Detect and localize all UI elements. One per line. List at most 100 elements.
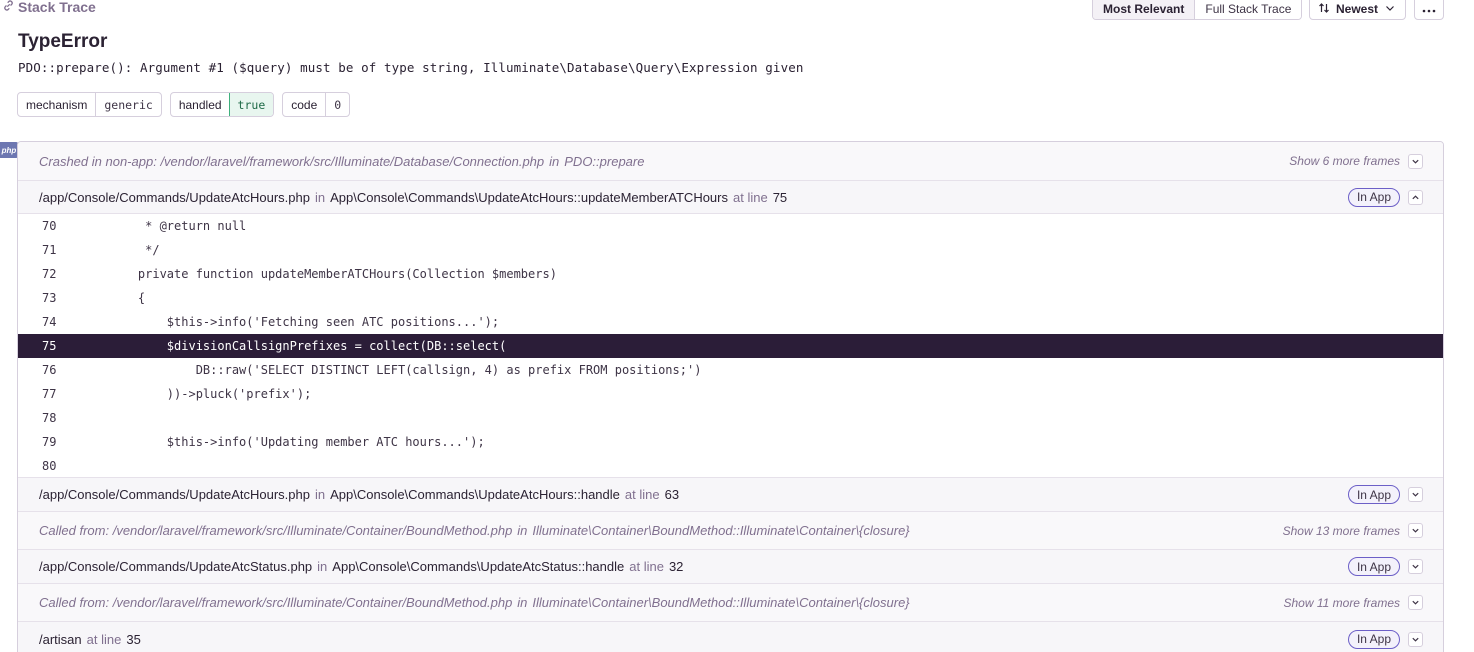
line-source: { [109, 291, 146, 305]
line-source: $this->info('Fetching seen ATC positions… [109, 315, 500, 329]
frame-filename: /app/Console/Commands/UpdateAtcHours.php [39, 189, 310, 205]
chevron-down-icon[interactable] [1408, 523, 1423, 538]
frame-row[interactable]: Crashed in non-app: /vendor/laravel/fram… [18, 142, 1443, 181]
chevron-down-icon[interactable] [1408, 487, 1423, 502]
code-line: 76 DB::raw('SELECT DISTINCT LEFT(callsig… [18, 358, 1443, 382]
code-line: 74 $this->info('Fetching seen ATC positi… [18, 310, 1443, 334]
frame-in-label: in [517, 595, 528, 610]
code-line: 71 */ [18, 238, 1443, 262]
line-source: private function updateMemberATCHours(Co… [109, 267, 557, 281]
show-more-frames-button[interactable]: Show 6 more frames [1289, 154, 1400, 168]
frame-filename: /vendor/laravel/framework/src/Illuminate… [160, 153, 545, 169]
tag-key: handled [178, 97, 222, 112]
line-source: $this->info('Updating member ATC hours..… [109, 435, 485, 449]
line-number: 77 [42, 387, 57, 401]
frame-in-label: in [314, 487, 326, 502]
most-relevant-button[interactable]: Most Relevant [1093, 0, 1195, 19]
frame-row[interactable]: /app/Console/Commands/UpdateAtcHours.php… [18, 478, 1443, 512]
line-number: 78 [42, 411, 57, 425]
code-line: 73 { [18, 286, 1443, 310]
code-line: 77 ))->pluck('prefix'); [18, 382, 1443, 406]
line-source: * @return null [109, 219, 247, 233]
show-more-frames-button[interactable]: Show 11 more frames [1284, 596, 1401, 610]
tag-code[interactable]: code 0 [282, 92, 351, 117]
in-app-badge: In App [1347, 629, 1400, 649]
line-number: 70 [42, 219, 57, 233]
frame-at-line-label: at line [629, 559, 664, 574]
line-source: ))->pluck('prefix'); [109, 387, 312, 401]
sort-dropdown[interactable]: Newest [1309, 0, 1406, 20]
line-number: 74 [42, 315, 57, 329]
exception-type: TypeError [18, 31, 108, 52]
view-toggle: Most Relevant Full Stack Trace [1092, 0, 1303, 20]
link-icon [2, 0, 15, 15]
line-number: 80 [42, 459, 57, 473]
line-number: 76 [42, 363, 57, 377]
frame-row[interactable]: /app/Console/Commands/UpdateAtcStatus.ph… [18, 550, 1443, 584]
line-number: 72 [42, 267, 57, 281]
section-title-text: Stack Trace [18, 0, 96, 15]
show-more-frames-button[interactable]: Show 13 more frames [1283, 524, 1400, 538]
frame-in-label: in [314, 189, 326, 205]
chevron-down-icon[interactable] [1408, 595, 1423, 610]
ellipsis-icon [1422, 0, 1436, 18]
frame-row[interactable]: Called from: /vendor/laravel/framework/s… [18, 584, 1443, 622]
tag-handled[interactable]: handled true [169, 92, 275, 117]
tag-key: mechanism [26, 97, 88, 112]
frame-row[interactable]: /app/Console/Commands/UpdateAtcHours.php… [18, 181, 1443, 214]
line-source: DB::raw('SELECT DISTINCT LEFT(callsign, … [109, 363, 702, 377]
frame-in-label: in [317, 559, 328, 574]
stack-trace-header: Stack Trace Most Relevant Full Stack Tra… [0, 0, 1474, 22]
section-title: Stack Trace [2, 0, 96, 15]
tag-value: generic [95, 93, 160, 116]
line-number: 75 [42, 339, 57, 353]
frame-line-number: 75 [772, 189, 788, 205]
frame-function: PDO::prepare [564, 153, 645, 169]
sort-arrows-icon [1318, 2, 1330, 17]
frame-in-label: in [549, 153, 560, 169]
frame-line-number: 63 [664, 487, 680, 502]
exception-message: PDO::prepare(): Argument #1 ($query) mus… [18, 60, 804, 75]
chevron-down-icon[interactable] [1408, 153, 1423, 169]
stack-frames: Crashed in non-app: /vendor/laravel/fram… [17, 141, 1444, 652]
code-line: 80 [18, 454, 1443, 478]
chevron-down-icon [1384, 2, 1396, 17]
frame-at-line-label: at line [624, 487, 660, 502]
tag-mechanism[interactable]: mechanism generic [17, 92, 162, 117]
in-app-badge: In App [1347, 187, 1400, 207]
tag-value: true [228, 93, 274, 116]
line-source: $divisionCallsignPrefixes = collect(DB::… [109, 339, 507, 353]
frame-function: App\Console\Commands\UpdateAtcHours::han… [330, 487, 620, 502]
code-line-active: 75 $divisionCallsignPrefixes = collect(D… [18, 334, 1443, 358]
chevron-up-icon[interactable] [1408, 189, 1423, 205]
platform-icon: php [0, 142, 18, 158]
mechanism-tags: mechanism generic handled true code 0 [17, 92, 351, 117]
sort-label: Newest [1336, 2, 1379, 16]
frame-prefix: Called from: [39, 523, 110, 538]
code-line: 78 [18, 406, 1443, 430]
frame-line-number: 32 [668, 559, 684, 574]
line-number: 73 [42, 291, 57, 305]
frame-row[interactable]: Called from: /vendor/laravel/framework/s… [18, 512, 1443, 550]
tag-key: code [291, 97, 318, 112]
frame-filename: /artisan [39, 631, 82, 647]
chevron-down-icon[interactable] [1408, 631, 1423, 647]
frame-line-number: 35 [126, 631, 141, 647]
frame-at-line-label: at line [733, 189, 768, 205]
frame-function: App\Console\Commands\UpdateAtcStatus::ha… [332, 559, 625, 574]
code-context: 70 * @return null 71 */ 72 private funct… [18, 214, 1443, 478]
frame-function: App\Console\Commands\UpdateAtcHours::upd… [330, 189, 728, 205]
tag-value: 0 [325, 93, 349, 116]
line-number: 71 [42, 243, 57, 257]
frame-row[interactable]: /artisan at line 35 In App [18, 622, 1443, 652]
frame-prefix: Crashed in non-app: [39, 153, 157, 169]
frame-function: Illuminate\Container\BoundMethod::Illumi… [532, 523, 910, 538]
full-stack-trace-button[interactable]: Full Stack Trace [1194, 0, 1302, 19]
code-line: 79 $this->info('Updating member ATC hour… [18, 430, 1443, 454]
frame-prefix: Called from: [39, 595, 110, 610]
more-options-button[interactable] [1414, 0, 1444, 20]
frame-function: Illuminate\Container\BoundMethod::Illumi… [532, 595, 910, 610]
frame-in-label: in [517, 523, 528, 538]
line-number: 79 [42, 435, 57, 449]
chevron-down-icon[interactable] [1408, 559, 1423, 574]
